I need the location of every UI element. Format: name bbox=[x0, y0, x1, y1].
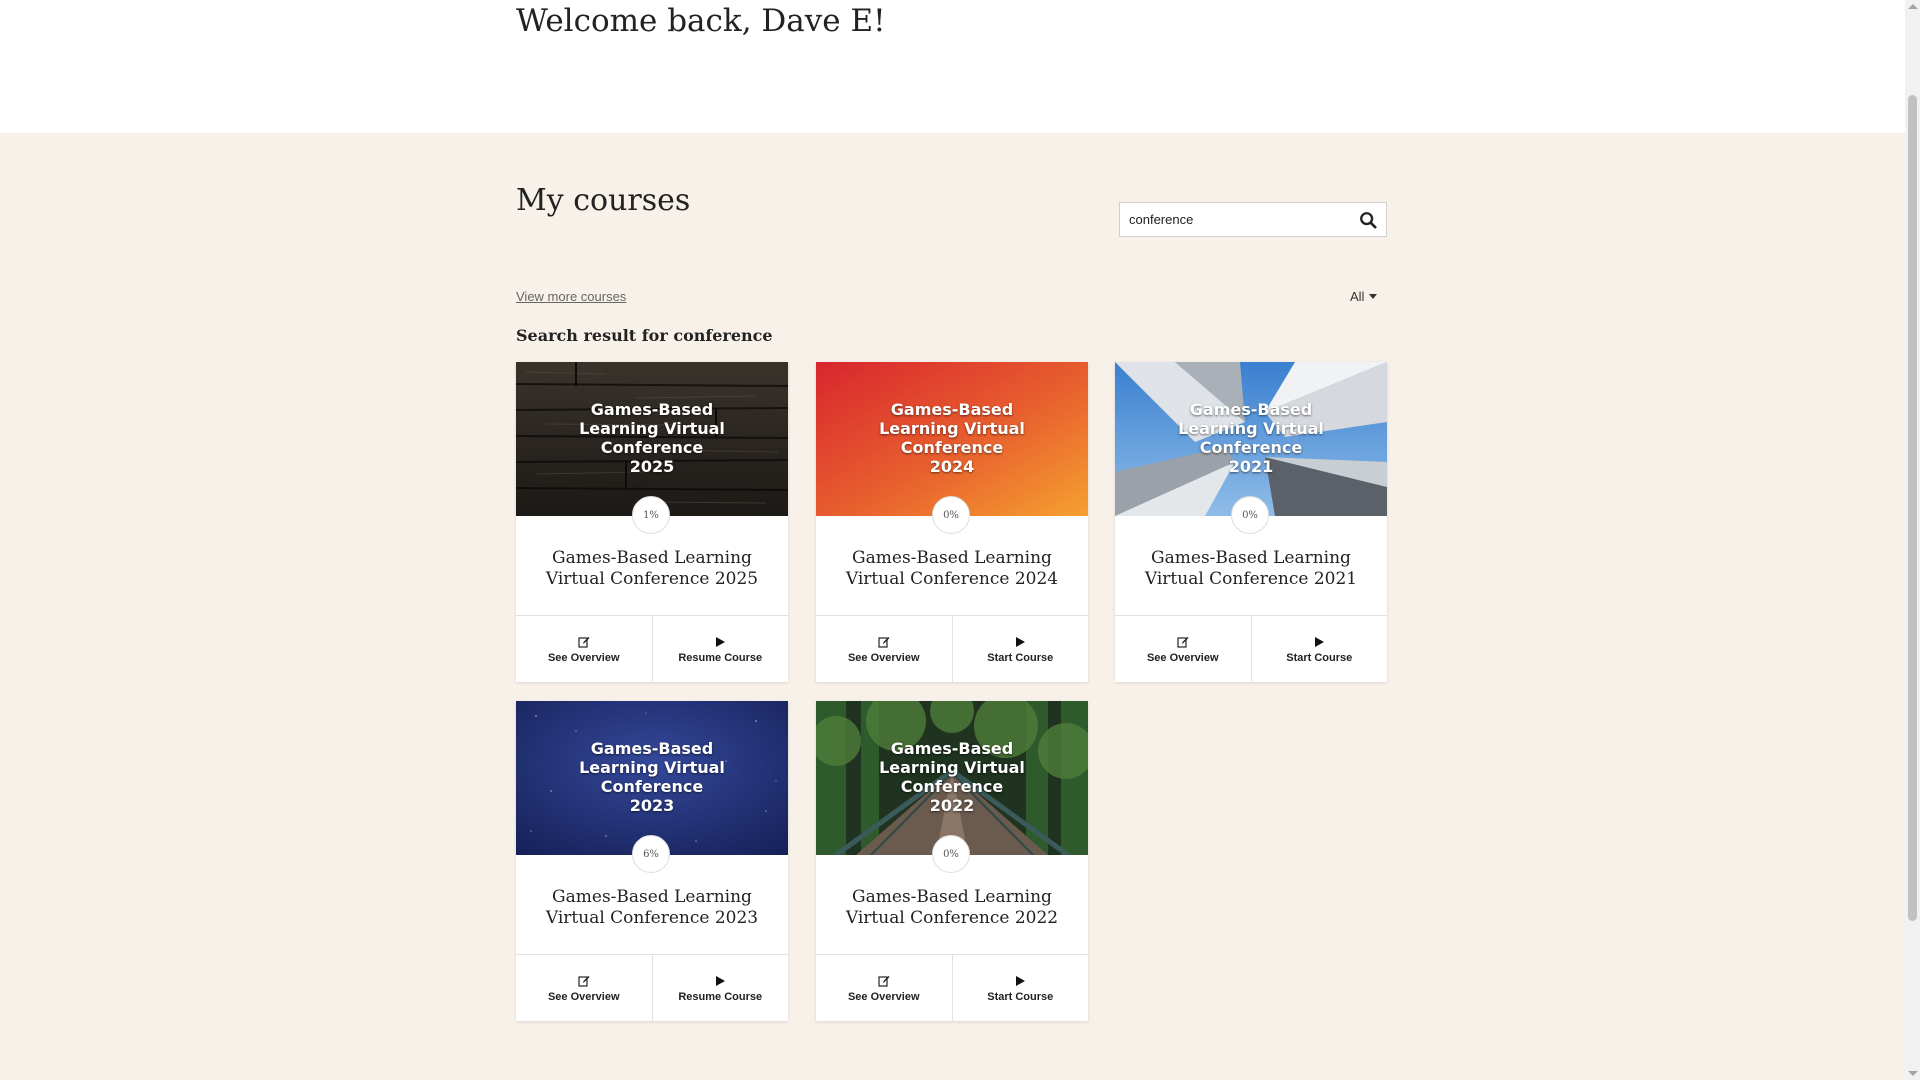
my-courses-heading: My courses bbox=[516, 183, 691, 218]
scroll-up-icon[interactable] bbox=[1908, 4, 1918, 9]
welcome-section: Welcome back, Dave E! bbox=[0, 0, 1905, 133]
start-course-button[interactable]: Start Course bbox=[951, 955, 1089, 1022]
course-card[interactable]: Games-Based Learning Virtual Conference … bbox=[816, 701, 1088, 1022]
play-icon bbox=[1016, 975, 1026, 986]
course-card[interactable]: Games-Based Learning Virtual Conference … bbox=[516, 701, 788, 1022]
course-search-input[interactable] bbox=[1120, 203, 1354, 236]
see-overview-label: See Overview bbox=[547, 990, 620, 1003]
course-thumbnail: Games-Based Learning Virtual Conference … bbox=[816, 701, 1088, 855]
search-results-heading: Search result for conference bbox=[516, 326, 773, 345]
welcome-heading: Welcome back, Dave E! bbox=[516, 3, 886, 39]
see-overview-label: See Overview bbox=[1146, 651, 1219, 664]
edit-icon bbox=[878, 636, 890, 648]
see-overview-label: See Overview bbox=[547, 651, 620, 664]
thumbnail-caption: Games-Based Learning Virtual Conference … bbox=[879, 400, 1025, 476]
course-action-label: Resume Course bbox=[678, 990, 763, 1003]
card-actions: See Overview Start Course bbox=[816, 954, 1088, 1022]
see-overview-button[interactable]: See Overview bbox=[1115, 616, 1251, 683]
course-action-label: Resume Course bbox=[678, 651, 763, 664]
course-action-label: Start Course bbox=[987, 990, 1054, 1003]
card-actions: See Overview Resume Course bbox=[516, 615, 788, 683]
course-search-box bbox=[1119, 202, 1387, 237]
play-icon bbox=[1315, 636, 1325, 647]
start-course-button[interactable]: Start Course bbox=[1250, 616, 1388, 683]
page: Welcome back, Dave E! My courses View mo… bbox=[0, 0, 1905, 1080]
see-overview-label: See Overview bbox=[847, 990, 920, 1003]
edit-icon bbox=[578, 636, 590, 648]
see-overview-button[interactable]: See Overview bbox=[816, 955, 952, 1022]
course-thumbnail: Games-Based Learning Virtual Conference … bbox=[516, 362, 788, 516]
progress-badge: 0% bbox=[932, 835, 970, 873]
thumbnail-caption: Games-Based Learning Virtual Conference … bbox=[579, 739, 725, 815]
card-actions: See Overview Start Course bbox=[816, 615, 1088, 683]
course-title[interactable]: Games-Based Learning Virtual Conference … bbox=[526, 548, 778, 590]
search-icon[interactable] bbox=[1359, 211, 1377, 229]
see-overview-label: See Overview bbox=[847, 651, 920, 664]
view-more-courses-link[interactable]: View more courses bbox=[516, 289, 626, 304]
progress-badge: 6% bbox=[632, 835, 670, 873]
edit-icon bbox=[1177, 636, 1189, 648]
thumbnail-caption: Games-Based Learning Virtual Conference … bbox=[879, 739, 1025, 815]
see-overview-button[interactable]: See Overview bbox=[516, 955, 652, 1022]
my-courses-section: My courses View more courses All Search … bbox=[0, 133, 1905, 1080]
course-card[interactable]: Games-Based Learning Virtual Conference … bbox=[816, 362, 1088, 683]
edit-icon bbox=[578, 975, 590, 987]
course-thumbnail: Games-Based Learning Virtual Conference … bbox=[1115, 362, 1387, 516]
play-icon bbox=[716, 975, 726, 986]
filter-label: All bbox=[1350, 289, 1365, 304]
progress-badge: 0% bbox=[1231, 496, 1269, 534]
card-actions: See Overview Resume Course bbox=[516, 954, 788, 1022]
start-course-button[interactable]: Start Course bbox=[951, 616, 1089, 683]
see-overview-button[interactable]: See Overview bbox=[816, 616, 952, 683]
resume-course-button[interactable]: Resume Course bbox=[651, 616, 789, 683]
play-icon bbox=[1016, 636, 1026, 647]
progress-badge: 0% bbox=[932, 496, 970, 534]
course-title[interactable]: Games-Based Learning Virtual Conference … bbox=[826, 548, 1078, 590]
course-title[interactable]: Games-Based Learning Virtual Conference … bbox=[826, 887, 1078, 929]
scrollbar-thumb[interactable] bbox=[1908, 95, 1917, 921]
see-overview-button[interactable]: See Overview bbox=[516, 616, 652, 683]
progress-badge: 1% bbox=[632, 496, 670, 534]
play-icon bbox=[716, 636, 726, 647]
course-title[interactable]: Games-Based Learning Virtual Conference … bbox=[1125, 548, 1377, 590]
card-actions: See Overview Start Course bbox=[1115, 615, 1387, 683]
course-action-label: Start Course bbox=[987, 651, 1054, 664]
course-filter-dropdown[interactable]: All bbox=[1350, 289, 1378, 304]
thumbnail-caption: Games-Based Learning Virtual Conference … bbox=[579, 400, 725, 476]
caret-down-icon bbox=[1369, 294, 1378, 299]
course-card[interactable]: Games-Based Learning Virtual Conference … bbox=[516, 362, 788, 683]
thumbnail-caption: Games-Based Learning Virtual Conference … bbox=[1178, 400, 1324, 476]
course-thumbnail: Games-Based Learning Virtual Conference … bbox=[516, 701, 788, 855]
course-title[interactable]: Games-Based Learning Virtual Conference … bbox=[526, 887, 778, 929]
course-action-label: Start Course bbox=[1286, 651, 1353, 664]
edit-icon bbox=[878, 975, 890, 987]
course-thumbnail: Games-Based Learning Virtual Conference … bbox=[816, 362, 1088, 516]
resume-course-button[interactable]: Resume Course bbox=[651, 955, 789, 1022]
course-card[interactable]: Games-Based Learning Virtual Conference … bbox=[1115, 362, 1387, 683]
scroll-down-icon[interactable] bbox=[1908, 1071, 1918, 1076]
